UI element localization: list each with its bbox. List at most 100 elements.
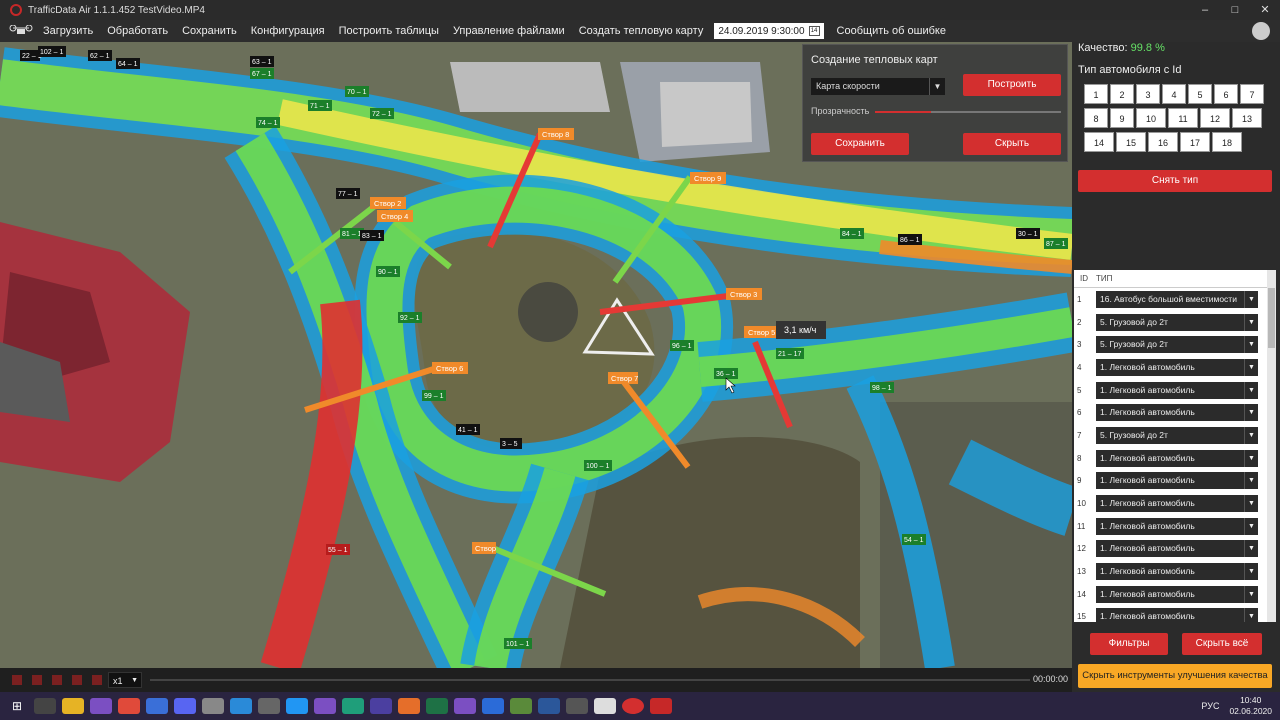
build-button[interactable]: Построить <box>963 74 1061 96</box>
timeline-track[interactable] <box>150 679 1030 681</box>
app-icon[interactable] <box>146 698 168 714</box>
vehicle-type-select[interactable]: 1. Легковой автомобиль ▼ <box>1096 495 1258 513</box>
vehicle-type-select[interactable]: 5. Грузовой до 2т ▼ <box>1096 426 1258 444</box>
id-button[interactable]: 2 <box>1110 84 1134 104</box>
id-button[interactable]: 15 <box>1116 132 1146 152</box>
clock[interactable]: 10:40 02.06.2020 <box>1229 695 1272 717</box>
playback-speed-select[interactable]: x1 ▼ <box>108 672 142 688</box>
chevron-down-icon[interactable]: ▼ <box>1244 495 1258 513</box>
vehicle-type-select[interactable]: 1. Легковой автомобиль ▼ <box>1096 608 1258 622</box>
menu-load[interactable]: Загрузить <box>36 25 100 37</box>
chevron-down-icon[interactable]: ▼ <box>1244 585 1258 603</box>
table-scrollbar[interactable] <box>1267 270 1276 622</box>
id-button[interactable]: 8 <box>1084 108 1108 128</box>
hide-heatmap-button[interactable]: Скрыть <box>963 133 1061 155</box>
hide-all-button[interactable]: Скрыть всё <box>1182 633 1262 655</box>
chrome-icon[interactable] <box>118 698 140 714</box>
id-button[interactable]: 3 <box>1136 84 1160 104</box>
id-button[interactable]: 1 <box>1084 84 1108 104</box>
filters-button[interactable]: Фильтры <box>1090 633 1168 655</box>
excel-icon[interactable] <box>426 698 448 714</box>
discord-icon[interactable] <box>174 698 196 714</box>
id-button[interactable]: 13 <box>1232 108 1262 128</box>
trafficdata-icon[interactable] <box>650 698 672 714</box>
pause-icon[interactable] <box>52 675 62 685</box>
play-icon[interactable] <box>72 675 82 685</box>
id-button[interactable]: 10 <box>1136 108 1166 128</box>
menu-save[interactable]: Сохранить <box>175 25 244 37</box>
app-icon[interactable] <box>342 698 364 714</box>
task-view-icon[interactable] <box>34 698 56 714</box>
menu-create-heatmap[interactable]: Создать тепловую карту <box>572 25 711 37</box>
keyboard-language[interactable]: РУС <box>1201 701 1219 711</box>
visual-studio-icon[interactable] <box>90 698 112 714</box>
app-icon[interactable] <box>510 698 532 714</box>
maximize-icon[interactable]: □ <box>1220 0 1250 20</box>
app-icon[interactable] <box>370 698 392 714</box>
chevron-down-icon[interactable]: ▼ <box>1244 336 1258 354</box>
chevron-down-icon[interactable]: ▼ <box>1244 381 1258 399</box>
vehicle-type-select[interactable]: 1. Легковой автомобиль ▼ <box>1096 381 1258 399</box>
step-forward-icon[interactable] <box>92 675 102 685</box>
chevron-down-icon[interactable]: ▼ <box>1244 563 1258 581</box>
transparency-slider[interactable] <box>875 111 1061 113</box>
chevron-down-icon[interactable]: ▼ <box>1244 313 1258 331</box>
app-icon[interactable] <box>202 698 224 714</box>
id-button[interactable]: 12 <box>1200 108 1230 128</box>
chevron-down-icon[interactable]: ▼ <box>1244 404 1258 422</box>
menu-build-tables[interactable]: Построить таблицы <box>332 25 446 37</box>
vehicle-type-select[interactable]: 1. Легковой автомобиль ▼ <box>1096 585 1258 603</box>
vehicle-type-select[interactable]: 1. Легковой автомобиль ▼ <box>1096 404 1258 422</box>
hide-quality-tools-button[interactable]: Скрыть инструменты улучшения качества <box>1078 664 1272 688</box>
id-button[interactable]: 4 <box>1162 84 1186 104</box>
vehicle-type-select[interactable]: 1. Легковой автомобиль ▼ <box>1096 358 1258 376</box>
chevron-down-icon[interactable]: ▼ <box>1244 517 1258 535</box>
vehicle-type-select[interactable]: 1. Легковой автомобиль ▼ <box>1096 472 1258 490</box>
id-button[interactable]: 11 <box>1168 108 1198 128</box>
app-icon[interactable] <box>286 698 308 714</box>
id-button[interactable]: 5 <box>1188 84 1212 104</box>
id-button[interactable]: 16 <box>1148 132 1178 152</box>
vehicle-type-select[interactable]: 1. Легковой автомобиль ▼ <box>1096 449 1258 467</box>
vehicle-type-select[interactable]: 16. Автобус большой вместимости ▼ <box>1096 290 1258 308</box>
calendar-icon[interactable]: 14 <box>808 26 820 36</box>
word-icon[interactable] <box>538 698 560 714</box>
save-heatmap-button[interactable]: Сохранить <box>811 133 909 155</box>
vehicle-type-select[interactable]: 1. Легковой автомобиль ▼ <box>1096 517 1258 535</box>
vehicle-type-select[interactable]: 1. Легковой автомобиль ▼ <box>1096 563 1258 581</box>
chevron-down-icon[interactable]: ▼ <box>1244 608 1258 622</box>
app-icon[interactable] <box>594 698 616 714</box>
record-icon[interactable] <box>622 698 644 714</box>
menu-file-management[interactable]: Управление файлами <box>446 25 572 37</box>
app-icon[interactable] <box>314 698 336 714</box>
menu-process[interactable]: Обработать <box>100 25 175 37</box>
datetime-picker[interactable]: 24.09.2019 9:30:00 14 <box>714 23 824 39</box>
user-avatar-icon[interactable] <box>1252 22 1270 40</box>
map-type-select[interactable]: Карта скорости ▼ <box>811 78 945 95</box>
visual-studio-icon[interactable] <box>454 698 476 714</box>
app-icon[interactable] <box>258 698 280 714</box>
vehicle-type-select[interactable]: 5. Грузовой до 2т ▼ <box>1096 336 1258 354</box>
clear-type-button[interactable]: Снять тип <box>1078 170 1272 192</box>
chevron-down-icon[interactable]: ▼ <box>1244 290 1258 308</box>
chevron-down-icon[interactable]: ▼ <box>1244 426 1258 444</box>
stop-icon[interactable] <box>12 675 22 685</box>
vehicle-type-select[interactable]: 5. Грузовой до 2т ▼ <box>1096 313 1258 331</box>
id-button[interactable]: 6 <box>1214 84 1238 104</box>
firefox-icon[interactable] <box>398 698 420 714</box>
step-back-icon[interactable] <box>32 675 42 685</box>
id-button[interactable]: 17 <box>1180 132 1210 152</box>
chevron-down-icon[interactable]: ▼ <box>1244 449 1258 467</box>
windows-start-icon[interactable]: ⊞ <box>6 698 28 714</box>
edge-icon[interactable] <box>230 698 252 714</box>
file-explorer-icon[interactable] <box>62 698 84 714</box>
id-button[interactable]: 14 <box>1084 132 1114 152</box>
chevron-down-icon[interactable]: ▼ <box>1244 472 1258 490</box>
chevron-down-icon[interactable]: ▼ <box>131 673 138 689</box>
vehicle-type-select[interactable]: 1. Легковой автомобиль ▼ <box>1096 540 1258 558</box>
menu-report-bug[interactable]: Сообщить об ошибке <box>830 25 953 37</box>
id-button[interactable]: 18 <box>1212 132 1242 152</box>
app-icon[interactable] <box>566 698 588 714</box>
id-button[interactable]: 9 <box>1110 108 1134 128</box>
chevron-down-icon[interactable]: ▼ <box>929 78 945 95</box>
